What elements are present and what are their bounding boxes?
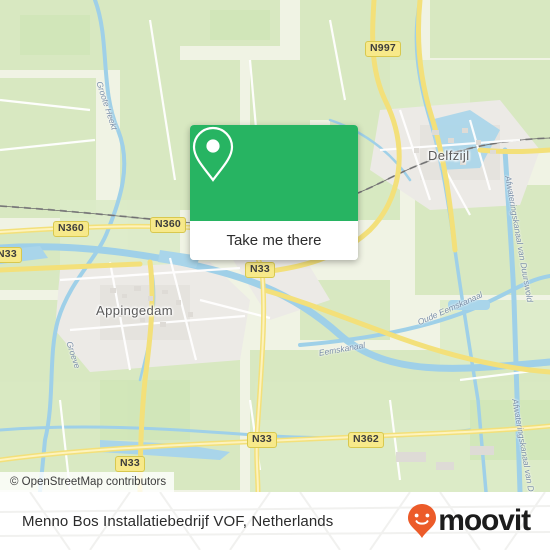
road-shield-n33: N33 <box>115 456 145 472</box>
map-page: Appingedam Delfzijl Groote Heekt Groeve … <box>0 0 550 550</box>
moovit-logo[interactable]: moovit <box>407 503 531 539</box>
road-shield-n33: N33 <box>247 432 277 448</box>
road-shield-n360: N360 <box>53 221 89 237</box>
footer-bar: Menno Bos Installatiebedrijf VOF, Nether… <box>0 492 550 550</box>
map-canvas[interactable]: Appingedam Delfzijl Groote Heekt Groeve … <box>0 0 550 492</box>
osm-attribution-text: © OpenStreetMap contributors <box>10 476 167 488</box>
road-shield-n997: N997 <box>365 41 401 57</box>
road-shield-n33: N33 <box>245 262 275 278</box>
osm-attribution[interactable]: © OpenStreetMap contributors <box>0 472 175 492</box>
road-shield-n362: N362 <box>348 432 384 448</box>
destination-popup-card[interactable]: Take me there <box>190 125 358 260</box>
card-image-area <box>190 125 358 221</box>
moovit-pin-icon <box>408 504 437 538</box>
place-title: Menno Bos Installatiebedrijf VOF, Nether… <box>22 512 334 530</box>
road-shield-n360: N360 <box>150 217 186 233</box>
moovit-wordmark: moovit <box>438 504 531 537</box>
take-me-there-button[interactable]: Take me there <box>190 221 358 260</box>
road-shield-n33: N33 <box>0 247 22 263</box>
map-pin-icon <box>192 126 234 182</box>
take-me-there-label: Take me there <box>226 232 322 249</box>
